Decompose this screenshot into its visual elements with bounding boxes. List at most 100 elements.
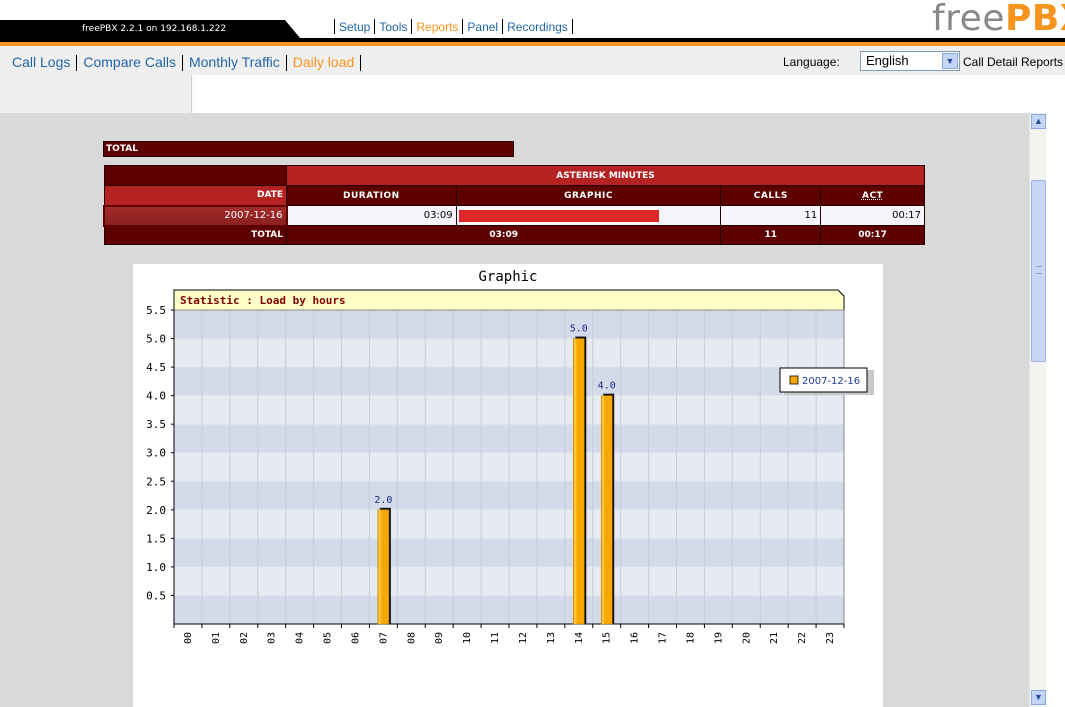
total-label: TOTAL — [103, 225, 287, 245]
left-menu-pane — [0, 75, 192, 113]
y-tick-label: 4.5 — [146, 361, 166, 374]
x-tick-label: 15 — [602, 632, 613, 644]
scroll-thumb[interactable] — [1031, 180, 1046, 362]
col-header-duration: DURATION — [286, 185, 457, 206]
link-separator — [181, 55, 183, 71]
logo-pbx-text: PBX — [1004, 0, 1065, 39]
x-tick-label: 10 — [462, 632, 473, 644]
x-tick-label: 07 — [378, 632, 389, 644]
y-tick-label: 5.5 — [146, 304, 166, 317]
data-label: 2.0 — [374, 495, 392, 506]
x-tick-label: 17 — [658, 632, 669, 644]
x-tick-label: 06 — [350, 632, 361, 644]
bar-highlight — [574, 338, 577, 624]
link-separator — [285, 55, 287, 71]
bar-highlight — [378, 509, 381, 624]
nav-tools[interactable]: Tools — [379, 19, 407, 35]
x-tick-label: 16 — [630, 632, 641, 644]
total-bar: TOTAL — [103, 141, 514, 157]
table-header-row: DATE DURATION GRAPHIC CALLS ACT — [103, 185, 925, 206]
chevron-down-icon[interactable]: ▼ — [1031, 690, 1046, 705]
x-tick-label: 03 — [267, 632, 278, 644]
language-select[interactable]: English ▼ — [860, 51, 960, 71]
top-header: freePBX 2.2.1 on 192.168.1.222 Setup Too… — [0, 0, 1065, 46]
language-value: English — [866, 53, 909, 68]
total-act: 00:17 — [820, 225, 925, 245]
x-tick-label: 21 — [769, 632, 780, 644]
chart-panel: Graphic Statistic : Load by hours 0.5 1.0… — [133, 264, 883, 707]
right-gutter — [1046, 75, 1065, 707]
link-call-logs[interactable]: Call Logs — [12, 54, 70, 71]
nav-setup[interactable]: Setup — [339, 19, 370, 35]
chevron-up-icon[interactable]: ▲ — [1031, 114, 1046, 129]
col-header-date: DATE — [103, 185, 287, 206]
nav-separator — [462, 19, 464, 34]
table-group-header-row: ASTERISK MINUTES — [103, 165, 925, 186]
col-header-graphic: GRAPHIC — [455, 185, 722, 206]
nav-separator — [334, 19, 335, 34]
report-links: Call Logs Compare Calls Monthly Traffic … — [12, 54, 367, 71]
table-total-row: TOTAL 03:09 11 00:17 — [103, 225, 925, 245]
y-tick-label: 1.0 — [146, 561, 166, 574]
total-duration: 03:09 — [285, 225, 722, 245]
x-tick-label: 00 — [183, 632, 194, 644]
x-tick-label: 23 — [825, 632, 836, 644]
cdr-title: Call Detail Reports — [963, 55, 1064, 69]
x-tick-label: 20 — [741, 632, 752, 644]
x-tick-label: 04 — [295, 632, 306, 644]
link-daily-load[interactable]: Daily load — [293, 54, 354, 71]
x-tick-label: 02 — [239, 632, 250, 644]
x-axis: 00 01 02 03 04 05 06 07 08 09 10 11 12 13 14 15 16 17 18 19… — [173, 623, 845, 644]
nav-separator — [502, 19, 504, 34]
chevron-down-icon[interactable]: ▼ — [942, 53, 958, 69]
row-calls: 11 — [720, 205, 822, 226]
row-duration: 03:09 — [286, 205, 457, 226]
row-act: 00:17 — [820, 205, 925, 226]
row-graphic — [455, 205, 722, 226]
report-content: TOTAL ASTERISK MINUTES DATE DURATION GRA… — [0, 113, 1029, 707]
col-header-act: ACT — [820, 185, 925, 206]
load-by-hours-chart: Graphic Statistic : Load by hours 0.5 1.0… — [146, 269, 874, 644]
link-compare-calls[interactable]: Compare Calls — [83, 54, 176, 71]
x-tick-label: 05 — [323, 632, 334, 644]
table-corner — [103, 165, 287, 186]
chart-title: Graphic — [478, 269, 537, 285]
nav-reports[interactable]: Reports — [416, 19, 458, 35]
nav-panel[interactable]: Panel — [467, 19, 498, 35]
nav-separator — [374, 19, 376, 34]
total-calls: 11 — [720, 225, 822, 245]
legend-label: 2007-12-16 — [802, 376, 860, 387]
x-tick-label: 08 — [406, 632, 417, 644]
x-tick-label: 09 — [434, 632, 445, 644]
chart-legend: 2007-12-16 — [779, 367, 874, 395]
bar-highlight — [602, 395, 605, 624]
y-tick-label: 3.5 — [146, 418, 166, 431]
x-tick-label: 12 — [518, 632, 529, 644]
legend-swatch — [789, 375, 799, 385]
nav-recordings[interactable]: Recordings — [507, 19, 568, 35]
y-tick-label: 5.0 — [146, 333, 166, 346]
data-label: 4.0 — [598, 381, 616, 392]
duration-bar — [458, 209, 659, 222]
y-tick-label: 3.0 — [146, 447, 166, 460]
chart-subtitle: Statistic : Load by hours — [180, 294, 346, 307]
freepbx-logo: freePBX — [932, 0, 1065, 39]
daily-load-table: ASTERISK MINUTES DATE DURATION GRAPHIC C… — [103, 165, 925, 245]
y-tick-label: 4.0 — [146, 390, 166, 403]
group-header: ASTERISK MINUTES — [286, 165, 925, 186]
vertical-scrollbar[interactable]: ▲ ▼ — [1029, 113, 1046, 707]
link-monthly-traffic[interactable]: Monthly Traffic — [189, 54, 280, 71]
language-label: Language: — [783, 55, 840, 69]
link-separator — [360, 55, 362, 71]
y-axis: 0.5 1.0 1.5 2.0 2.5 3.0 3.5 4.0 4.5 5.0 5.5 — [146, 304, 175, 624]
y-tick-label: 0.5 — [146, 589, 166, 602]
main-nav: Setup Tools Reports Panel Recordings — [330, 19, 577, 35]
y-tick-label: 1.5 — [146, 532, 166, 545]
x-tick-label: 14 — [574, 632, 585, 644]
link-separator — [76, 55, 78, 71]
x-tick-label: 22 — [797, 632, 808, 644]
logo-free-text: free — [932, 0, 1005, 39]
x-tick-label: 19 — [713, 632, 724, 644]
y-tick-label: 2.5 — [146, 475, 166, 488]
y-tick-label: 2.0 — [146, 504, 166, 517]
